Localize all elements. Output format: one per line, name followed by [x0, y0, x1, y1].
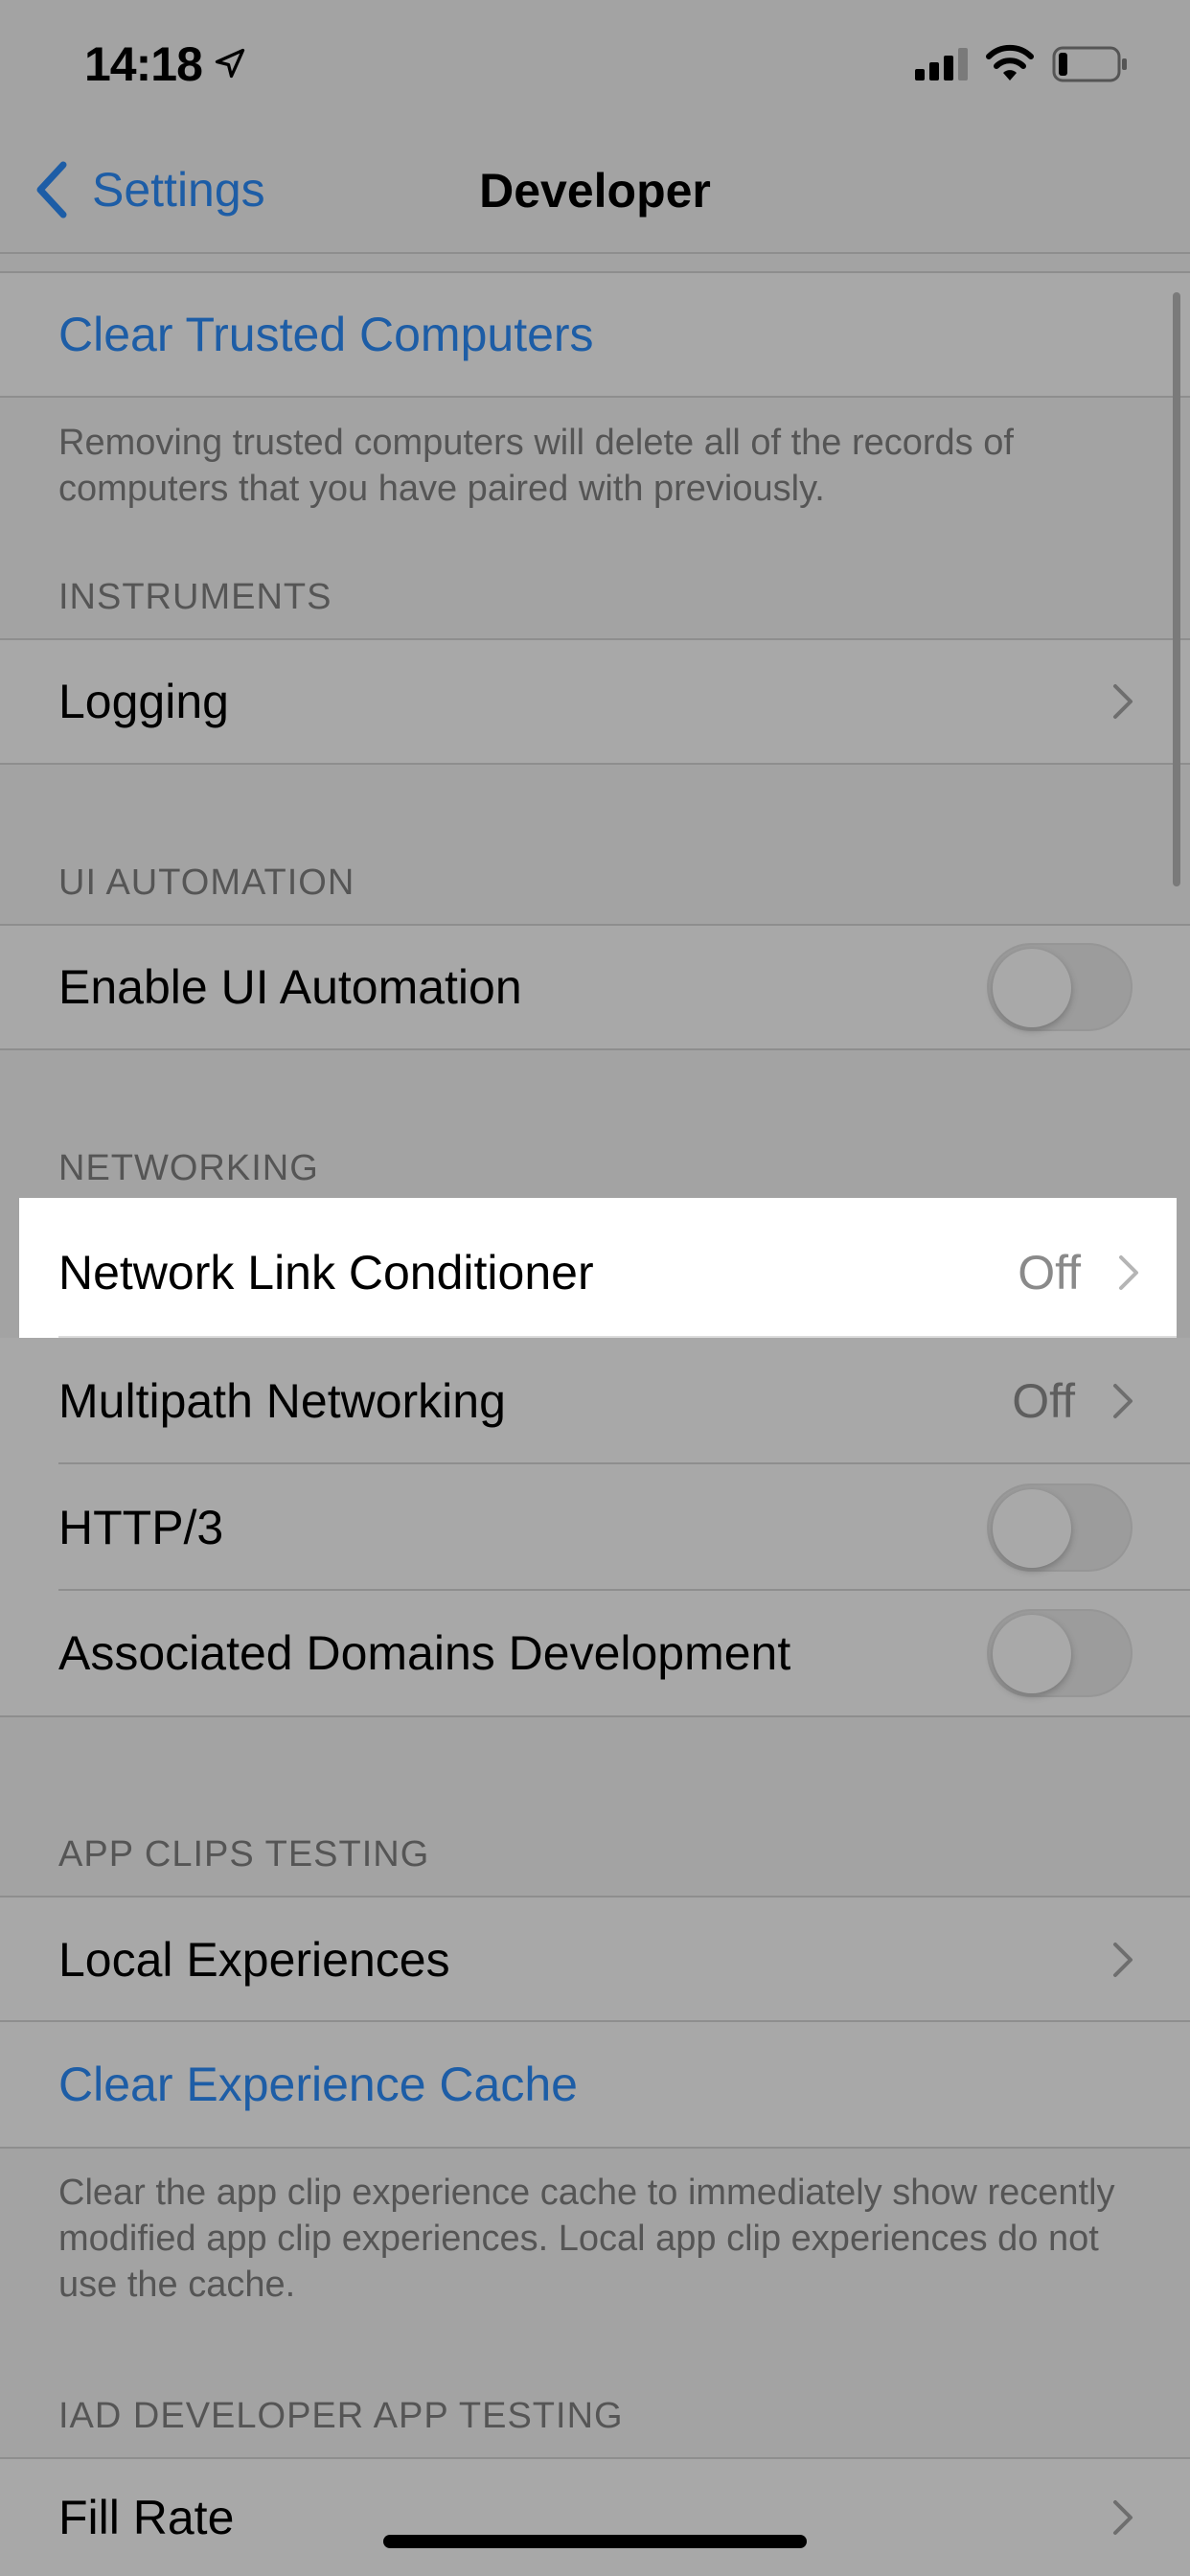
multipath-networking-label: Multipath Networking [58, 1374, 506, 1428]
network-link-conditioner-row[interactable]: Network Link Conditioner Off [19, 1209, 1177, 1338]
status-time: 14:18 [84, 37, 203, 91]
enable-ui-automation-row: Enable UI Automation [0, 924, 1190, 1050]
clear-experience-cache-button[interactable]: Clear Experience Cache [0, 2022, 1190, 2149]
chevron-right-icon [1113, 2500, 1133, 2535]
chevron-right-icon [1119, 1255, 1138, 1290]
location-arrow-icon [215, 48, 245, 79]
network-link-conditioner-label: Network Link Conditioner [58, 1246, 594, 1300]
chevron-right-icon [1113, 1384, 1133, 1418]
http3-row: HTTP/3 [0, 1464, 1190, 1591]
toggle-knob [993, 1615, 1071, 1693]
clear-experience-cache-label: Clear Experience Cache [58, 2058, 578, 2111]
battery-icon [1052, 46, 1127, 82]
scroll-indicator[interactable] [1173, 292, 1180, 886]
section-header-networking: NETWORKING [58, 1148, 319, 1188]
logging-row[interactable]: Logging [0, 638, 1190, 765]
toggle-knob [993, 1489, 1071, 1568]
home-indicator[interactable] [383, 2535, 807, 2548]
http3-toggle[interactable] [987, 1484, 1133, 1572]
clear-trusted-computers-button[interactable]: Clear Trusted Computers [0, 271, 1190, 398]
multipath-networking-row[interactable]: Multipath Networking Off [0, 1338, 1190, 1464]
logging-label: Logging [58, 675, 229, 728]
associated-domains-label: Associated Domains Development [58, 1626, 791, 1680]
enable-ui-automation-label: Enable UI Automation [58, 960, 522, 1014]
app-clips-footer: Clear the app clip experience cache to i… [58, 2173, 1115, 2305]
chevron-right-icon [1113, 1943, 1133, 1977]
fill-rate-row[interactable]: Fill Rate [0, 2457, 1190, 2576]
multipath-networking-value: Off [1012, 1374, 1075, 1428]
section-header-iad: IAD DEVELOPER APP TESTING [58, 2396, 624, 2436]
wifi-icon [986, 44, 1034, 80]
clear-trusted-computers-label: Clear Trusted Computers [58, 308, 594, 361]
section-header-app-clips: APP CLIPS TESTING [58, 1834, 430, 1874]
local-experiences-row[interactable]: Local Experiences [0, 1896, 1190, 2022]
section-header-instruments: INSTRUMENTS [58, 577, 332, 617]
page-title: Developer [479, 164, 711, 218]
section-header-ui-automation: UI AUTOMATION [58, 862, 355, 903]
associated-domains-row: Associated Domains Development [0, 1591, 1190, 1717]
network-link-conditioner-value: Off [1018, 1246, 1081, 1300]
associated-domains-toggle[interactable] [987, 1609, 1133, 1697]
enable-ui-automation-toggle[interactable] [987, 943, 1133, 1031]
cellular-signal-icon [915, 48, 968, 80]
chevron-right-icon [1113, 684, 1133, 719]
fill-rate-label: Fill Rate [58, 2491, 235, 2544]
nav-divider [0, 252, 1190, 254]
toggle-knob [993, 949, 1071, 1027]
local-experiences-label: Local Experiences [58, 1933, 450, 1987]
clear-trusted-footer: Removing trusted computers will delete a… [58, 423, 1014, 509]
http3-label: HTTP/3 [58, 1501, 224, 1554]
